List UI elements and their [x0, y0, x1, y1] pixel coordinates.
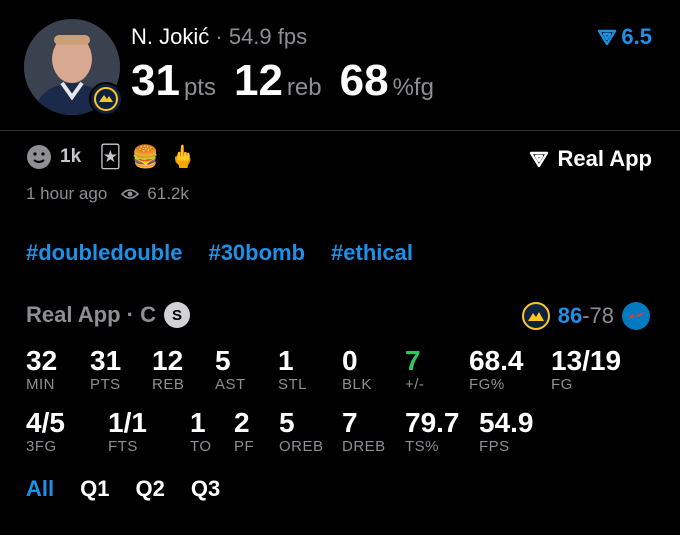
- rebounds-unit: reb: [286, 74, 322, 101]
- stat-value: 68.4: [469, 345, 524, 376]
- stat-ast: 5 AST: [215, 346, 246, 394]
- stat-label: FPS: [479, 438, 510, 455]
- reactions-bar: 1k 🃏 🍔 🖕: [26, 144, 196, 170]
- stat-value: 79.7: [405, 407, 460, 438]
- stat-dreb: 7 DREB: [342, 408, 386, 456]
- tab-all[interactable]: All: [26, 476, 54, 502]
- real-logo-icon: [530, 151, 549, 168]
- points-value: 31: [131, 56, 180, 105]
- away-score: 78: [589, 303, 614, 328]
- burger-icon[interactable]: 🍔: [132, 144, 159, 170]
- reaction-count: 1k: [60, 146, 82, 167]
- game-source: Real App · C S: [26, 302, 190, 328]
- stat-pts: 31 PTS: [90, 346, 121, 394]
- reaction-smile[interactable]: 1k: [26, 144, 81, 170]
- home-score: 86: [557, 303, 583, 328]
- stat-value: 12: [152, 345, 184, 376]
- middle-finger-icon[interactable]: 🖕: [169, 144, 196, 170]
- headline-stats: 31 pts 12 reb 68 %fg: [131, 56, 452, 106]
- stat-label: REB: [152, 376, 185, 393]
- stat-fg-pct: 68.4 FG%: [469, 346, 524, 394]
- stat-pf: 2 PF: [234, 408, 254, 456]
- view-count: 61.2k: [147, 184, 189, 203]
- tab-q1[interactable]: Q1: [80, 476, 109, 502]
- stat-label: FG: [551, 376, 573, 393]
- fg-unit: %fg: [392, 74, 434, 101]
- stat-oreb: 5 OREB: [279, 408, 324, 456]
- stat-value: 5: [215, 345, 231, 376]
- fg-value: 68: [339, 56, 389, 105]
- stat-blk: 0 BLK: [342, 346, 372, 394]
- stat-stl: 1 STL: [278, 346, 307, 394]
- rebounds-value: 12: [233, 56, 283, 105]
- eye-icon: [121, 189, 140, 199]
- separator: ·: [215, 24, 223, 49]
- hashtag[interactable]: #doubledouble: [26, 240, 182, 266]
- stat-fg: 13/19 FG: [551, 346, 621, 394]
- rating[interactable]: 6.5: [597, 24, 652, 50]
- stat-value: 0: [342, 345, 358, 376]
- stat-value: 31: [90, 345, 122, 376]
- stat-plus-minus: 7 +/-: [405, 346, 424, 394]
- smile-icon: [27, 145, 51, 169]
- stat-label: AST: [215, 376, 246, 393]
- stat-value: 2: [234, 407, 250, 438]
- stat-fts: 1/1 FTS: [108, 408, 147, 456]
- real-app-label: Real App: [557, 146, 652, 171]
- stat-to: 1 TO: [190, 408, 212, 456]
- thunder-logo-icon: [622, 302, 650, 330]
- player-name[interactable]: N. Jokić: [131, 24, 209, 49]
- starter-badge: S: [163, 302, 190, 328]
- player-name-line: N. Jokić · 54.9 fps: [131, 24, 307, 50]
- stat-value: 7: [405, 345, 421, 376]
- stat-value: 5: [279, 407, 295, 438]
- post-time: 1 hour ago: [26, 184, 108, 203]
- hashtags: #doubledouble #30bomb #ethical: [26, 240, 413, 266]
- tab-q3[interactable]: Q3: [191, 476, 220, 502]
- stat-label: MIN: [26, 376, 55, 393]
- stat-value: 4/5: [26, 407, 65, 438]
- stat-value: 32: [26, 345, 58, 376]
- stat-label: DREB: [342, 438, 386, 455]
- player-fps: 54.9 fps: [228, 24, 308, 49]
- game-score[interactable]: 86-78: [521, 302, 650, 330]
- stat-value: 1: [278, 345, 294, 376]
- stat-fps: 54.9 FPS: [479, 408, 534, 456]
- nuggets-logo-icon: [89, 82, 123, 116]
- stat-value: 54.9: [479, 407, 534, 438]
- stat-label: STL: [278, 376, 308, 393]
- stat-label: PF: [234, 438, 255, 455]
- stat-label: TO: [190, 438, 212, 455]
- score-dash: -: [582, 303, 590, 328]
- stat-label: 3FG: [26, 438, 57, 455]
- stat-label: FG%: [469, 376, 505, 393]
- game-source-label: Real App · C: [26, 302, 156, 327]
- rating-value: 6.5: [621, 24, 652, 49]
- post-meta: 1 hour ago 61.2k: [26, 184, 189, 204]
- stat-label: FTS: [108, 438, 138, 455]
- stat-reb: 12 REB: [152, 346, 184, 394]
- stat-min: 32 MIN: [26, 346, 57, 394]
- real-app-link[interactable]: Real App: [529, 146, 652, 172]
- stat-label: BLK: [342, 376, 372, 393]
- stat-label: PTS: [90, 376, 121, 393]
- real-logo-icon: [598, 29, 617, 46]
- stat-3fg: 4/5 3FG: [26, 408, 65, 456]
- divider: [0, 130, 680, 131]
- stat-label: +/-: [405, 376, 425, 393]
- nuggets-logo-icon: [521, 302, 550, 330]
- stat-value: 13/19: [551, 345, 622, 376]
- hashtag[interactable]: #30bomb: [208, 240, 305, 266]
- stat-label: TS%: [405, 438, 440, 455]
- hashtag[interactable]: #ethical: [331, 240, 413, 266]
- joker-card-icon[interactable]: 🃏: [99, 144, 122, 170]
- tab-q2[interactable]: Q2: [135, 476, 164, 502]
- stat-label: OREB: [279, 438, 324, 455]
- stat-ts-pct: 79.7 TS%: [405, 408, 460, 456]
- stat-value: 1: [190, 407, 206, 438]
- points-unit: pts: [183, 74, 216, 101]
- stat-value: 7: [342, 407, 358, 438]
- period-tabs: All Q1 Q2 Q3: [26, 476, 220, 502]
- stat-value: 1/1: [108, 407, 147, 438]
